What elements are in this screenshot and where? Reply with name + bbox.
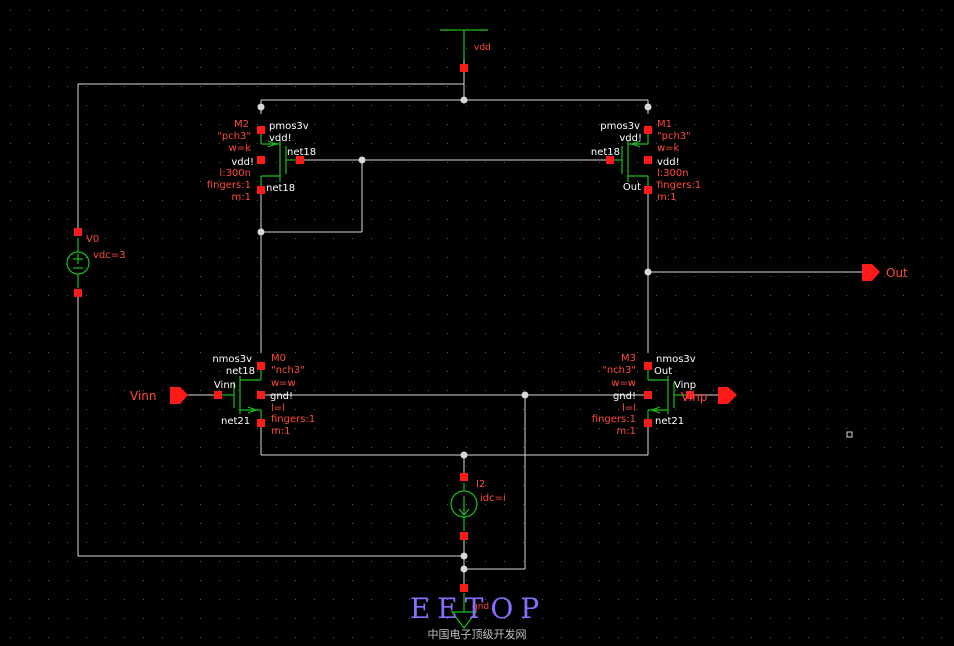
m3-body-terminal: gnd! — [613, 391, 636, 402]
i2-instance-name: I2 — [476, 479, 485, 490]
m0-multiplier: m:1 — [271, 426, 290, 437]
m3-length: l=l — [622, 403, 636, 414]
m2-cell: "pch3" — [217, 131, 251, 142]
m3-multiplier: m:1 — [617, 426, 636, 437]
m1-width: w=k — [657, 143, 680, 154]
m0-instance-name: M0 — [271, 353, 286, 364]
m1-body-terminal: vdd! — [657, 157, 680, 168]
m2-drain-terminal: net18 — [266, 183, 295, 194]
m2-source-terminal: vdd! — [269, 133, 292, 144]
m1-drain-terminal: Out — [623, 182, 641, 193]
m1-gate-terminal: net18 — [591, 147, 620, 158]
m3-model: nmos3v — [656, 354, 696, 365]
m1-source-terminal: vdd! — [619, 133, 642, 144]
m2-length: l:300n — [219, 168, 251, 179]
i2-value: idc=i — [480, 493, 506, 504]
watermark-brand: EETOP — [410, 592, 546, 625]
m3-drain-terminal: Out — [654, 366, 672, 377]
schematic-canvas[interactable]: vdd V0 vdc=3 M2 "pch3" w=k l:300n finger… — [0, 0, 954, 646]
m3-fingers: fingers:1 — [592, 414, 636, 425]
m0-fingers: fingers:1 — [271, 414, 315, 425]
out-pin-label: Out — [886, 266, 908, 280]
m0-model: nmos3v — [212, 354, 252, 365]
m2-body-terminal: vdd! — [231, 157, 254, 168]
m0-gate-terminal: Vinn — [214, 380, 236, 391]
m0-drain-terminal: net18 — [226, 366, 255, 377]
v0-instance-name: V0 — [86, 234, 99, 245]
m1-cell: "pch3" — [657, 131, 691, 142]
vdd-label: vdd — [474, 43, 491, 53]
m0-source-terminal: net21 — [221, 416, 250, 427]
m1-fingers: fingers:1 — [657, 180, 701, 191]
m2-instance-name: M2 — [234, 119, 249, 130]
m1-model: pmos3v — [600, 121, 640, 132]
m3-instance-name: M3 — [621, 353, 636, 364]
m3-cell: "nch3" — [602, 365, 636, 376]
watermark: EETOP 中国电子顶级开发网 — [410, 592, 546, 641]
vinp-pin-label: Vinp — [681, 390, 708, 404]
m1-instance-name: M1 — [657, 119, 672, 130]
m0-body-terminal: gnd! — [270, 391, 293, 402]
m2-multiplier: m:1 — [232, 192, 251, 203]
v0-value: vdc=3 — [93, 250, 126, 261]
m0-cell: "nch3" — [271, 365, 305, 376]
m1-multiplier: m:1 — [657, 192, 676, 203]
m0-width: w=w — [271, 378, 296, 389]
m2-width: w=k — [229, 143, 252, 154]
m1-length: l:300n — [657, 168, 689, 179]
vinn-pin-label: Vinn — [130, 389, 157, 403]
m2-gate-terminal: net18 — [287, 147, 316, 158]
m3-source-terminal: net21 — [655, 416, 684, 427]
m2-fingers: fingers:1 — [207, 180, 251, 191]
watermark-subtitle: 中国电子顶级开发网 — [428, 627, 527, 641]
m3-width: w=w — [611, 378, 636, 389]
m0-length: l=l — [271, 403, 285, 414]
m2-model: pmos3v — [269, 121, 309, 132]
